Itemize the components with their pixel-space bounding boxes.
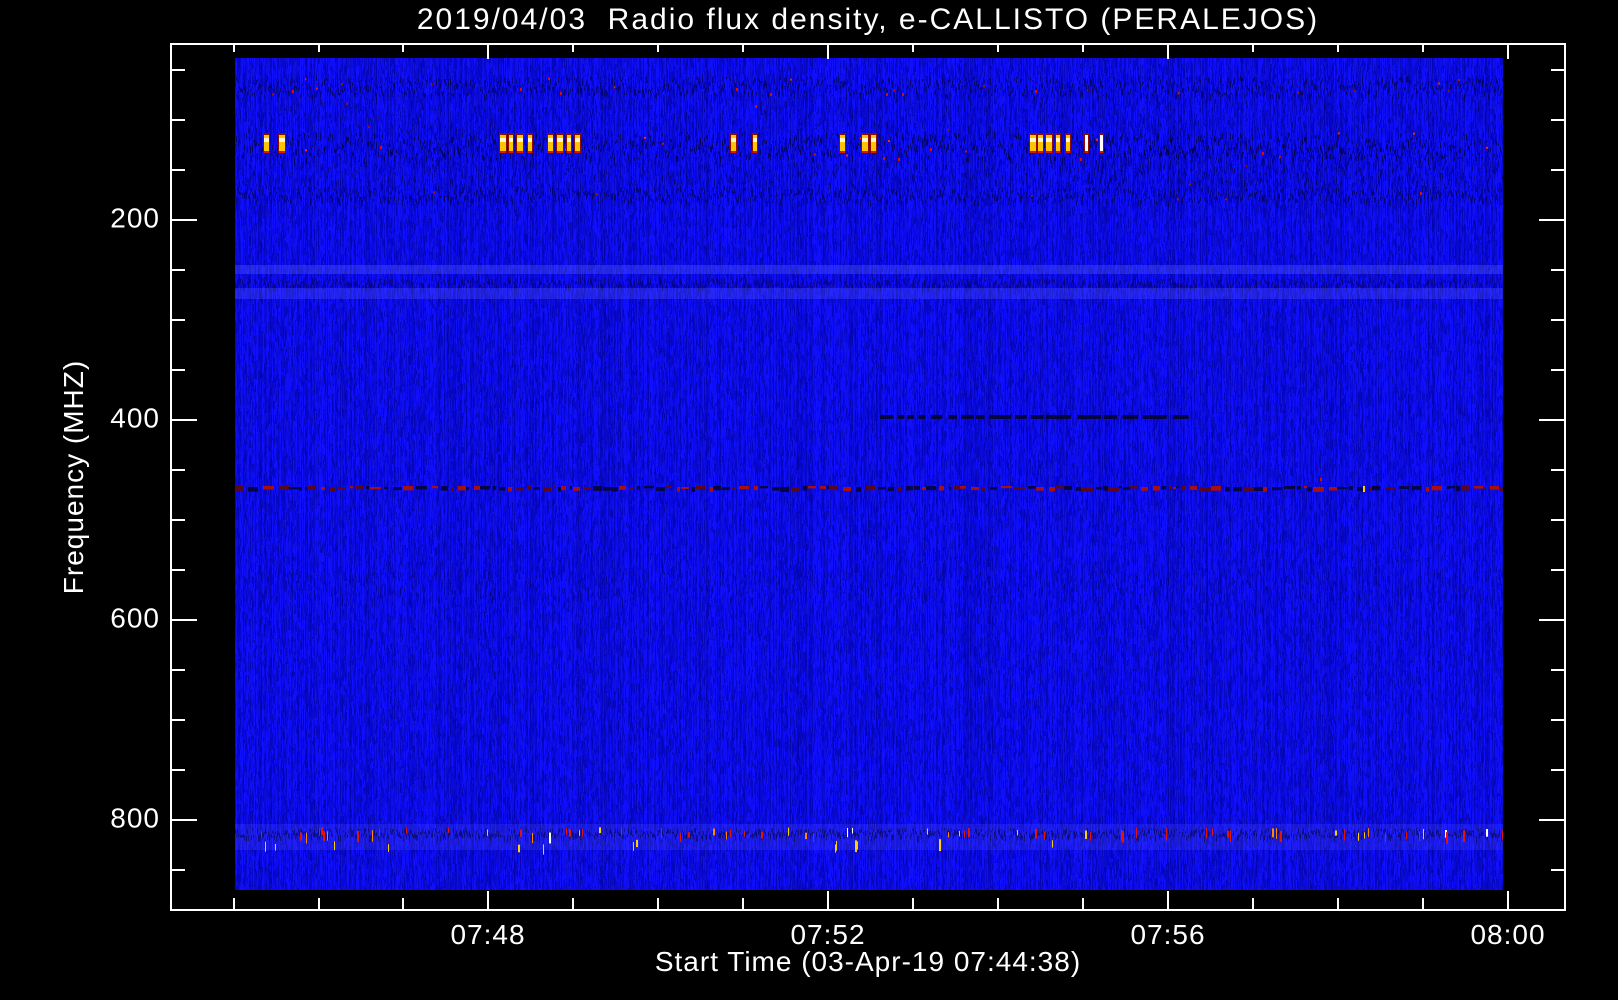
y-minor-tick-right	[1551, 569, 1564, 571]
y-minor-tick	[172, 319, 185, 321]
y-minor-tick-right	[1551, 69, 1564, 71]
y-minor-tick-right	[1551, 869, 1564, 871]
y-tick-label: 800	[110, 802, 160, 834]
x-minor-tick-top	[402, 45, 404, 52]
y-minor-tick-right	[1551, 369, 1564, 371]
y-minor-tick-right	[1551, 769, 1564, 771]
y-minor-tick-right	[1551, 319, 1564, 321]
x-minor-tick	[1422, 898, 1424, 909]
x-minor-tick	[1082, 898, 1084, 909]
x-minor-tick	[572, 898, 574, 909]
chart-title: 2019/04/03 Radio flux density, e-CALLIST…	[416, 3, 1320, 36]
y-minor-tick	[172, 69, 185, 71]
x-major-tick-top	[827, 45, 829, 59]
x-minor-tick	[997, 898, 999, 909]
x-minor-tick-top	[1082, 45, 1084, 52]
y-minor-tick-right	[1551, 269, 1564, 271]
y-minor-tick	[172, 569, 185, 571]
x-minor-tick-top	[912, 45, 914, 52]
y-minor-tick-right	[1551, 669, 1564, 671]
y-major-tick-right	[1539, 819, 1564, 821]
x-minor-tick	[233, 898, 235, 909]
x-minor-tick	[318, 898, 320, 909]
y-tick-label: 600	[110, 602, 160, 634]
y-minor-tick	[172, 469, 185, 471]
y-tick-label: 200	[110, 202, 160, 234]
x-minor-tick-top	[657, 45, 659, 52]
y-minor-tick	[172, 169, 185, 171]
y-minor-tick-right	[1551, 119, 1564, 121]
x-minor-tick-top	[1337, 45, 1339, 52]
y-minor-tick	[172, 669, 185, 671]
y-minor-tick	[172, 719, 185, 721]
x-minor-tick	[402, 898, 404, 909]
x-minor-tick	[657, 898, 659, 909]
x-major-tick	[487, 891, 489, 909]
x-minor-tick-top	[742, 45, 744, 52]
y-major-tick	[172, 419, 197, 421]
x-minor-tick	[912, 898, 914, 909]
x-major-tick	[827, 891, 829, 909]
x-minor-tick-top	[233, 45, 235, 52]
y-axis-label: Frequency (MHZ)	[58, 359, 89, 595]
y-minor-tick-right	[1551, 469, 1564, 471]
y-major-tick	[172, 219, 197, 221]
x-axis-label: Start Time (03-Apr-19 07:44:38)	[654, 946, 1082, 977]
x-minor-tick-top	[1252, 45, 1254, 52]
y-minor-tick	[172, 519, 185, 521]
x-tick-label: 07:48	[450, 919, 526, 950]
x-minor-tick-top	[1422, 45, 1424, 52]
x-major-tick-top	[1507, 45, 1509, 59]
y-minor-tick-right	[1551, 719, 1564, 721]
x-major-tick	[1507, 891, 1509, 909]
y-minor-tick	[172, 369, 185, 371]
x-minor-tick	[742, 898, 744, 909]
x-minor-tick-top	[997, 45, 999, 52]
x-tick-label: 07:56	[1130, 919, 1206, 950]
x-minor-tick-top	[572, 45, 574, 52]
y-minor-tick-right	[1551, 169, 1564, 171]
x-minor-tick-top	[318, 45, 320, 52]
y-minor-tick	[172, 119, 185, 121]
y-major-tick-right	[1539, 619, 1564, 621]
y-minor-tick	[172, 269, 185, 271]
y-major-tick	[172, 619, 197, 621]
y-minor-tick	[172, 769, 185, 771]
x-tick-label: 08:00	[1470, 919, 1546, 950]
y-major-tick-right	[1539, 419, 1564, 421]
y-major-tick-right	[1539, 219, 1564, 221]
x-major-tick-top	[487, 45, 489, 59]
x-major-tick-top	[1167, 45, 1169, 59]
spectrogram-image	[235, 58, 1503, 890]
x-major-tick	[1167, 891, 1169, 909]
y-minor-tick-right	[1551, 519, 1564, 521]
y-major-tick	[172, 819, 197, 821]
y-minor-tick	[172, 869, 185, 871]
x-minor-tick	[1337, 898, 1339, 909]
spectrogram-figure: 2019/04/03 Radio flux density, e-CALLIST…	[0, 0, 1618, 1000]
x-minor-tick	[1252, 898, 1254, 909]
